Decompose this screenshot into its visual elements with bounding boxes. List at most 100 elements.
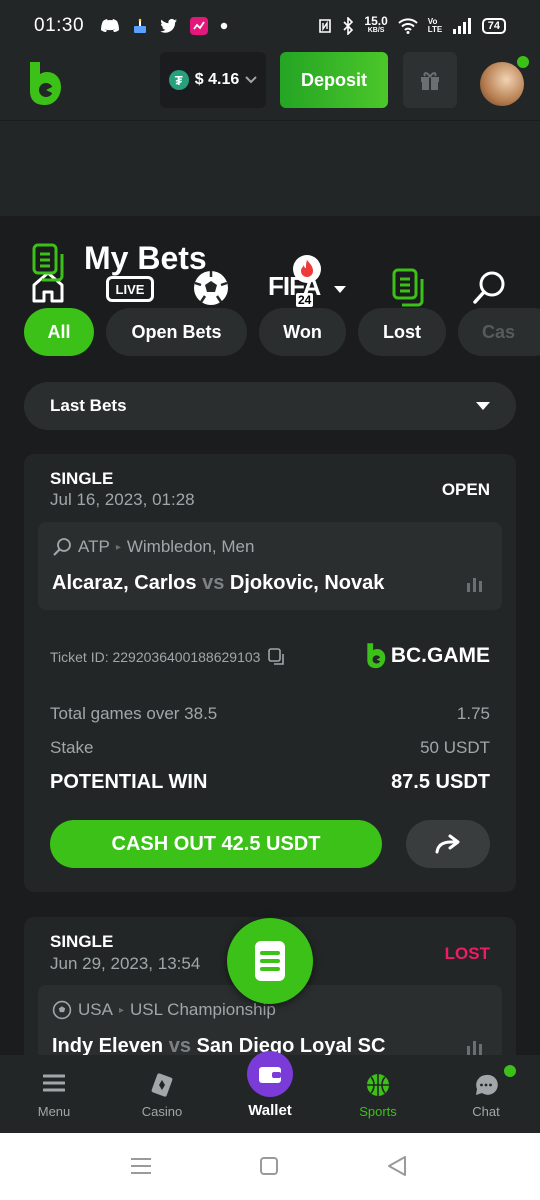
home-team: Alcaraz, Carlos [52,572,197,594]
betslip-button[interactable] [227,918,313,1004]
live-button[interactable]: LIVE [106,276,154,302]
live-label: LIVE [115,281,145,297]
tether-icon: ₮ [168,70,189,90]
tennis-icon [53,538,71,556]
copy-icon[interactable] [268,648,286,666]
potential-win-label: POTENTIAL WIN [50,771,208,793]
soccer-ball-icon [52,1000,72,1020]
brand-name: BC.GAME [390,644,490,667]
league-name: USA [78,1000,113,1019]
betslip-icon [255,941,285,981]
wifi-icon [398,18,418,34]
stake-label: Stake [50,738,94,757]
stake-value: 50 USDT [420,738,490,757]
balance-amount: $ 4.16 [194,71,240,88]
bet-status: LOST [444,944,490,963]
potential-win-value: 87.5 USDT [391,771,490,793]
my-bets-nav-icon[interactable] [390,267,428,309]
caret-down-icon [476,402,490,410]
event-panel[interactable]: ATP ▸ Wimbledon, Men Alcaraz, Carlos vs … [38,522,502,610]
gift-button[interactable] [403,52,457,108]
bc-logo-icon[interactable] [26,60,64,108]
bottom-nav-label: Menu [37,1104,71,1119]
signal-icon [452,18,471,34]
bet-date: Jul 16, 2023, 01:28 [50,490,195,509]
bottom-nav: Menu Casino Wallet Sports Chat [0,1051,540,1133]
bc-logo-icon [367,643,386,669]
bottom-nav-label: Wallet [248,1102,292,1119]
bet-status: OPEN [441,480,490,499]
sports-nav-row: LIVE FIFA 24 [0,120,540,307]
app-notification-icon [190,17,209,35]
league-sub: USL Championship [130,1000,276,1019]
tab-won[interactable]: Won [259,308,346,356]
away-team: Djokovic, Novak [229,572,385,594]
filter-tabs: All Open Bets Won Lost Cas [24,308,540,356]
period-dropdown[interactable]: Last Bets [24,382,516,430]
battery-indicator: 74 [481,18,506,34]
tab-all[interactable]: All [24,308,94,356]
share-button[interactable] [406,820,490,868]
system-nav-bar [0,1133,540,1200]
chevron-down-icon[interactable] [333,285,347,295]
home-button-icon[interactable] [259,1156,279,1176]
period-dropdown-value: Last Bets [50,396,127,415]
vs-label: vs [202,572,225,594]
recent-apps-icon[interactable] [130,1157,152,1175]
status-bar: 01:30 15.0 KB/S Vo LTE 74 [0,0,540,52]
bottom-nav-wallet[interactable]: Wallet [216,1051,324,1133]
balance-selector[interactable]: ₮ $ 4.16 [160,52,266,108]
back-icon[interactable] [386,1155,408,1177]
deposit-button[interactable]: Deposit [280,52,388,108]
vs-label: vs [168,1035,191,1057]
search-icon[interactable] [472,269,508,305]
market-name: Total games over 38.5 [50,704,218,723]
gift-icon [421,72,439,90]
wallet-icon [259,1067,281,1083]
avatar[interactable] [480,62,524,106]
tab-open-bets[interactable]: Open Bets [106,308,247,356]
cashout-button[interactable]: CASH OUT 42.5 USDT [50,820,382,868]
my-bets-icon [32,243,64,282]
bet-date: Jun 29, 2023, 13:54 [50,954,201,973]
odds-value: 1.75 [456,704,490,723]
tab-lost[interactable]: Lost [358,308,446,356]
bet-type: SINGLE [50,932,114,951]
match-teams: Alcaraz, Carlos vs Djokovic, Novak [52,572,384,595]
volte-label: Vo LTE [427,17,443,34]
top-bar: ₮ $ 4.16 Deposit [0,52,540,120]
chat-notification-dot [502,1063,518,1079]
dot-icon [220,22,228,30]
away-team: San Diego Loyal SC [196,1035,386,1057]
bottom-nav-casino[interactable]: Casino [108,1055,216,1133]
cake-icon [134,18,147,33]
ticket-id: Ticket ID: 2292036400188629103 [50,649,261,665]
bcgame-brand: BC.GAME [365,642,490,670]
page-title: My Bets [84,240,207,276]
tab-cashout[interactable]: Cas [458,308,540,356]
bottom-nav-menu[interactable]: Menu [0,1055,108,1133]
fifa-year: 24 [296,293,314,307]
bottom-nav-chat[interactable]: Chat [432,1055,540,1133]
net-speed: 15.0 [364,14,388,28]
status-time: 01:30 [34,15,85,36]
bet-type: SINGLE [50,469,114,488]
stats-icon[interactable] [466,576,484,592]
discord-icon [101,19,120,32]
bluetooth-icon [343,17,354,35]
league-sub: Wimbledon, Men [126,537,255,556]
bet-card[interactable]: SINGLE Jul 16, 2023, 01:28 OPEN ATP ▸ Wi… [24,454,516,892]
fire-icon [293,255,321,283]
basketball-icon [367,1074,389,1096]
chat-icon [476,1074,498,1095]
bottom-nav-label: Chat [472,1104,500,1119]
menu-icon [43,1074,65,1092]
share-arrow-icon [435,834,460,854]
twitter-icon [160,19,178,33]
stats-icon[interactable] [466,1039,484,1055]
online-indicator [515,54,531,70]
casino-icon [151,1073,173,1097]
chevron-down-icon [245,76,257,84]
bottom-nav-label: Sports [359,1104,397,1119]
bottom-nav-sports[interactable]: Sports [324,1055,432,1133]
